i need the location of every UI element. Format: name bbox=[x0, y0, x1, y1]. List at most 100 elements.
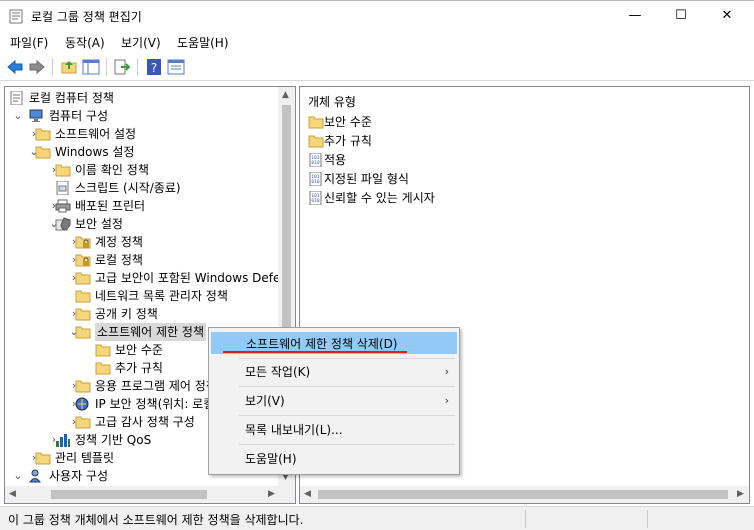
tree-item[interactable]: › 배포된 프린터 bbox=[5, 197, 275, 215]
minimize-button[interactable]: — bbox=[612, 1, 658, 31]
folder-icon bbox=[35, 128, 51, 141]
properties-view-icon[interactable] bbox=[167, 58, 185, 76]
menu-all-tasks[interactable]: 모든 작업(K) › bbox=[211, 361, 457, 383]
tree-horizontal-scrollbar[interactable]: ◀ ▶ bbox=[5, 486, 295, 503]
user-icon bbox=[29, 469, 41, 483]
scroll-right-arrow-icon[interactable]: ▶ bbox=[268, 489, 275, 499]
back-arrow-icon[interactable] bbox=[6, 58, 24, 76]
scroll-left-arrow-icon[interactable]: ◀ bbox=[9, 489, 16, 499]
qos-chart-icon bbox=[56, 434, 70, 447]
status-divider bbox=[525, 510, 526, 528]
tree-item[interactable]: ⌄ 보안 설정 bbox=[5, 215, 275, 233]
status-bar: 이 그룹 정책 개체에서 소프트웨어 제한 정책을 삭제합니다. bbox=[0, 506, 754, 530]
tree-item-label: 이름 확인 정책 bbox=[75, 163, 149, 177]
folder-icon bbox=[95, 344, 111, 357]
tree-item[interactable]: ⌄ 컴퓨터 구성 bbox=[5, 107, 275, 125]
tree-item-label: 계정 정책 bbox=[95, 235, 143, 249]
menu-help[interactable]: 도움말(H) bbox=[211, 448, 457, 470]
folder-icon bbox=[35, 452, 51, 465]
help-icon[interactable]: ? bbox=[145, 58, 163, 76]
menu-view[interactable]: 보기(V) › bbox=[211, 390, 457, 412]
list-item-label: 보안 수준 bbox=[324, 115, 372, 129]
folder-icon bbox=[308, 116, 324, 129]
menu-item-label: 목록 내보내기(L)... bbox=[245, 423, 343, 437]
menu-file[interactable]: 파일(F) bbox=[10, 34, 48, 51]
toolbar-divider bbox=[52, 58, 53, 76]
tree-item[interactable]: 로컬 컴퓨터 정책 bbox=[5, 89, 275, 107]
menu-item-label: 도움말(H) bbox=[245, 452, 297, 466]
menu-separator bbox=[239, 415, 455, 416]
tree-item[interactable]: › 계정 정책 bbox=[5, 233, 275, 251]
tree-item-label: 추가 규칙 bbox=[115, 361, 163, 375]
scrollbar-thumb[interactable] bbox=[51, 490, 207, 499]
folder-icon bbox=[75, 272, 91, 285]
scroll-right-arrow-icon[interactable]: ▶ bbox=[737, 489, 744, 499]
tree-item-label: 응용 프로그램 제어 정책 bbox=[95, 379, 217, 393]
export-list-icon[interactable] bbox=[113, 58, 131, 76]
menu-separator bbox=[239, 386, 455, 387]
folder-icon bbox=[35, 146, 51, 159]
list-item-label: 추가 규칙 bbox=[324, 134, 372, 148]
tree-item[interactable]: ›고급 보안이 포함된 Windows Defender 방화벽 bbox=[5, 269, 295, 287]
tree-item[interactable]: › 공개 키 정책 bbox=[5, 305, 275, 323]
menu-export-list[interactable]: 목록 내보내기(L)... bbox=[211, 419, 457, 441]
forward-arrow-icon[interactable] bbox=[28, 58, 46, 76]
folder-icon bbox=[75, 290, 91, 303]
up-folder-icon[interactable] bbox=[60, 58, 78, 76]
menu-separator bbox=[239, 358, 455, 359]
binary-doc-icon: 101010 bbox=[309, 172, 322, 186]
tree-item-label: 고급 감사 정책 구성 bbox=[95, 415, 195, 429]
toolbar: ? bbox=[0, 53, 754, 81]
folder-icon bbox=[75, 308, 91, 321]
ip-security-icon bbox=[75, 397, 89, 411]
menu-action[interactable]: 동작(A) bbox=[65, 34, 105, 51]
close-button[interactable]: ✕ bbox=[704, 1, 750, 31]
menu-view[interactable]: 보기(V) bbox=[121, 34, 161, 51]
menu-item-label: 보기(V) bbox=[245, 394, 285, 408]
tree-item[interactable]: ⌄ Windows 설정 bbox=[5, 143, 275, 161]
expand-chevron-icon[interactable]: ⌄ bbox=[13, 467, 23, 485]
tree-item-label: 사용자 구성 bbox=[49, 469, 109, 483]
policy-editor-icon bbox=[9, 9, 23, 24]
scroll-left-arrow-icon[interactable]: ◀ bbox=[304, 489, 311, 499]
expand-chevron-icon[interactable]: ⌄ bbox=[13, 107, 23, 125]
tree-item-label: 네트워크 목록 관리자 정책 bbox=[95, 289, 228, 303]
tree-item-label: 고급 보안이 포함된 Windows Defender 방화벽 bbox=[95, 271, 295, 285]
context-menu: 소프트웨어 제한 정책 삭제(D) 모든 작업(K) › 보기(V) › 목록 … bbox=[208, 327, 460, 475]
tree-item[interactable]: › 이름 확인 정책 bbox=[5, 161, 275, 179]
tree-item-label: 공개 키 정책 bbox=[95, 307, 158, 321]
folder-lock-icon bbox=[75, 254, 91, 267]
tree-item-label: 소프트웨어 설정 bbox=[55, 127, 137, 141]
svg-text:010: 010 bbox=[311, 179, 319, 185]
folder-icon bbox=[308, 135, 324, 148]
menu-item-label: 소프트웨어 제한 정책 삭제(D) bbox=[246, 337, 398, 351]
svg-text:010: 010 bbox=[311, 160, 319, 166]
menu-help[interactable]: 도움말(H) bbox=[177, 34, 229, 51]
tree-item-label: 관리 템플릿 bbox=[55, 451, 115, 465]
tree-item-label: 보안 수준 bbox=[115, 343, 163, 357]
folder-icon bbox=[75, 416, 91, 429]
status-divider bbox=[647, 510, 648, 528]
title-bar: 로컬 그룹 정책 편집기 — ☐ ✕ bbox=[0, 0, 754, 31]
menu-separator bbox=[239, 444, 455, 445]
tree-item-label: 스크립트 (시작/종료) bbox=[75, 181, 181, 195]
scroll-up-arrow-icon[interactable]: ▲ bbox=[282, 90, 289, 100]
policy-doc-icon bbox=[10, 91, 23, 105]
column-header-object-type[interactable]: 개체 유형 bbox=[308, 93, 356, 110]
list-item-label: 지정된 파일 형식 bbox=[324, 172, 409, 186]
menu-item-label: 모든 작업(K) bbox=[245, 365, 311, 379]
folder-icon bbox=[75, 380, 91, 393]
show-hide-tree-icon[interactable] bbox=[82, 58, 100, 76]
tree-item[interactable]: 네트워크 목록 관리자 정책 bbox=[5, 287, 275, 305]
scrollbar-thumb[interactable] bbox=[318, 490, 728, 499]
tree-item[interactable]: 스크립트 (시작/종료) bbox=[5, 179, 275, 197]
binary-doc-icon: 101010 bbox=[309, 191, 322, 205]
folder-lock-icon bbox=[75, 236, 91, 249]
maximize-button[interactable]: ☐ bbox=[658, 1, 704, 31]
details-horizontal-scrollbar[interactable]: ◀ ▶ bbox=[300, 486, 749, 503]
folder-icon bbox=[55, 164, 71, 177]
tree-item-label: 컴퓨터 구성 bbox=[49, 109, 109, 123]
tree-item[interactable]: › 소프트웨어 설정 bbox=[5, 125, 275, 143]
tree-item[interactable]: › 로컬 정책 bbox=[5, 251, 275, 269]
folder-icon bbox=[75, 326, 91, 339]
